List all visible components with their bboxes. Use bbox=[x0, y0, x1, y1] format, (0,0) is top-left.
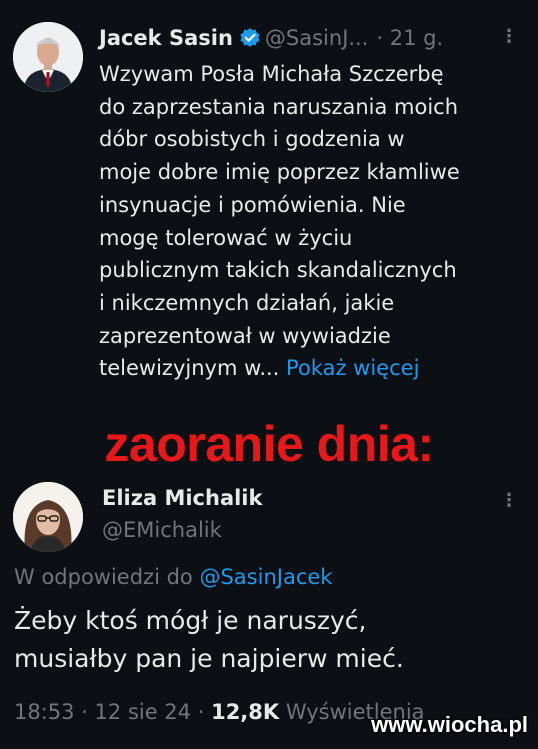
avatar[interactable] bbox=[13, 482, 83, 552]
tweet-text-line: Wzywam Posła Michała Szczerbę bbox=[99, 62, 444, 86]
tweet-text-line: zaprezentował w wywiadzie bbox=[99, 323, 391, 348]
author-name[interactable]: Jacek Sasin bbox=[99, 26, 233, 50]
tweet-text-line: moje dobre imię poprzez kłamliwe bbox=[99, 160, 460, 185]
timestamp[interactable]: 18:53 · 12 sie 24 · bbox=[14, 700, 204, 724]
truncated-text: telewizyjnym w... bbox=[99, 356, 280, 381]
reply-context-prefix: W odpowiedzi do bbox=[14, 565, 193, 589]
mention-link[interactable]: @SasinJacek bbox=[199, 565, 332, 589]
tweet-text-line: dóbr osobistych i godzenia w bbox=[99, 127, 405, 152]
tweet-text-line: insynuacje i pomówienia. Nie bbox=[99, 192, 406, 217]
tweet-header: Jacek Sasin @SasinJ... · 21 g. bbox=[99, 22, 443, 54]
avatar-portrait-icon bbox=[13, 22, 83, 92]
verified-badge-icon bbox=[239, 27, 261, 49]
reply-text-line: musiałby pan je najpierw mieć. bbox=[14, 644, 404, 673]
quoted-tweet: Jacek Sasin @SasinJ... · 21 g. ⋮ Wzywam … bbox=[0, 0, 538, 420]
more-options-icon[interactable]: ⋮ bbox=[500, 490, 518, 511]
tweet-time[interactable]: · 21 g. bbox=[376, 26, 443, 50]
author-name[interactable]: Eliza Michalik bbox=[102, 482, 262, 514]
tweet-text: Wzywam Posła Michała Szczerbę do zaprzes… bbox=[99, 58, 529, 385]
author-handle[interactable]: @EMichalik bbox=[102, 514, 262, 546]
author-handle[interactable]: @SasinJ... bbox=[265, 26, 369, 50]
show-more-link[interactable]: Pokaż więcej bbox=[286, 356, 419, 380]
watermark: www.wiocha.pl bbox=[371, 712, 528, 737]
tweet-text-line: do zaprzestania naruszania moich bbox=[99, 94, 459, 119]
tweet-text-line: i nikczemnych działań, jakie bbox=[99, 290, 395, 315]
reply-text: Żeby ktoś mógł je naruszyć, musiałby pan… bbox=[14, 602, 534, 678]
tweet-text-last-line: telewizyjnym w... Pokaż więcej bbox=[99, 352, 529, 385]
reply-header: Eliza Michalik @EMichalik bbox=[102, 482, 262, 546]
views-count: 12,8K bbox=[211, 700, 280, 724]
avatar[interactable] bbox=[13, 22, 83, 92]
tweet-meta: 18:53 · 12 sie 24 · 12,8K Wyświetlenia bbox=[14, 700, 425, 724]
tweet-text-line: mogę tolerować w życiu bbox=[99, 225, 353, 250]
tweet-text-line: publicznym takich skandalicznych bbox=[99, 258, 457, 283]
caption-overlay: zaoranie dnia: bbox=[104, 416, 434, 472]
reply-context: W odpowiedzi do @SasinJacek bbox=[14, 565, 332, 589]
avatar-portrait-icon bbox=[13, 482, 83, 552]
reply-text-line: Żeby ktoś mógł je naruszyć, bbox=[14, 606, 367, 635]
more-options-icon[interactable]: ⋮ bbox=[500, 26, 518, 47]
